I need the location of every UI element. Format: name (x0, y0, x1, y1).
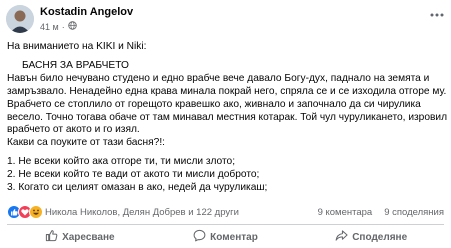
post-line: Навън било нечувано студено и едно врабч… (7, 72, 430, 84)
post-line: На вниманието на KIKI и Niki: (7, 41, 147, 52)
more-options-icon[interactable] (429, 7, 445, 23)
post-line: врабчето от акото и го изял. (7, 124, 140, 136)
comment-button[interactable]: Коментар (153, 228, 299, 246)
post-line: 3. Когато си целият омазан в ако, недей … (7, 182, 268, 194)
divider (7, 224, 444, 225)
post-meta: 41 м · (40, 21, 77, 32)
post-time[interactable]: 41 м (40, 22, 59, 32)
thumbs-up-icon (45, 229, 58, 245)
share-button[interactable]: Споделяне (298, 228, 444, 246)
reaction-icons[interactable] (7, 205, 43, 222)
post-line: 1. Не всеки който ака отгоре ти, ти мисл… (7, 156, 236, 168)
share-label: Споделяне (352, 231, 408, 243)
action-bar: Харесване Коментар Споделяне (7, 228, 444, 246)
comment-icon (193, 229, 206, 245)
author-name[interactable]: Kostadin Angelov (40, 6, 133, 18)
post-header: Kostadin Angelov 41 м · (4, 4, 447, 34)
avatar[interactable] (6, 5, 34, 33)
post-text: На вниманието на KIKI и Niki: БАСНЯ ЗА В… (7, 41, 448, 195)
post-line: Врабчето се стоплило от горещото кравешк… (7, 98, 421, 110)
shares-count[interactable]: 9 споделяния (384, 207, 444, 218)
post-line: замръзвало. Ненадейно една крава минала … (7, 85, 447, 97)
comment-label: Коментар (210, 231, 258, 243)
haha-reaction-icon (29, 205, 43, 222)
post-line: весело. Точно тогава обаче от там минава… (7, 111, 448, 123)
globe-icon (67, 21, 77, 32)
meta-separator: · (61, 21, 65, 32)
post-line-title: БАСНЯ ЗА ВРАБЧЕТО (22, 59, 129, 71)
comments-count[interactable]: 9 коментара (318, 207, 373, 218)
like-button[interactable]: Харесване (7, 228, 153, 246)
post-line: 2. Не всеки който те вади от акото ти ми… (7, 169, 260, 181)
reactions-bar: Никола Николов, Делян Добрев и 122 други… (7, 205, 444, 219)
post-line: Какви са поуките от тази басня?!: (7, 137, 165, 149)
share-icon (335, 229, 348, 245)
engagement-counts: 9 коментара 9 споделяния (318, 207, 444, 218)
like-label: Харесване (62, 231, 115, 243)
reaction-names[interactable]: Никола Николов, Делян Добрев и 122 други (45, 207, 239, 218)
